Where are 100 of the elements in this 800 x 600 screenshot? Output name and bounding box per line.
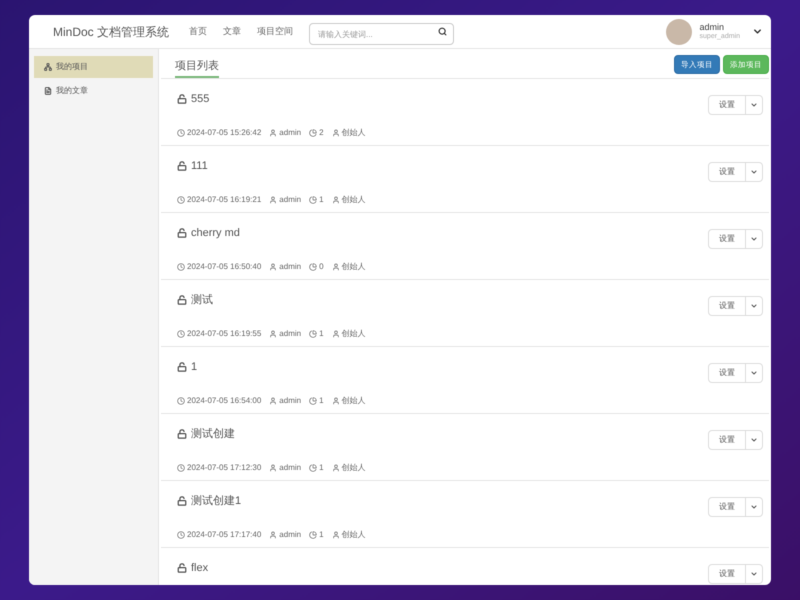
author-name: admin — [279, 462, 302, 474]
pie-icon — [309, 330, 318, 338]
dropdown-button[interactable] — [746, 564, 763, 584]
doc-count: 1 — [319, 528, 324, 540]
user-icon — [332, 262, 340, 270]
clock-icon — [177, 530, 185, 538]
nav-link[interactable]: 首页 — [189, 24, 208, 38]
pie-icon — [309, 196, 318, 204]
clock-icon — [177, 464, 185, 472]
user-name: admin — [700, 22, 726, 32]
caret-icon — [750, 436, 758, 444]
created-time: 2024-07-05 16:50:40 — [187, 260, 262, 272]
search-icon[interactable] — [438, 26, 448, 36]
pie-icon — [309, 128, 318, 136]
pie-icon — [309, 262, 318, 270]
member-role: 创始人 — [342, 260, 366, 272]
project-title[interactable]: 测试创建1 — [191, 493, 242, 510]
project-title[interactable]: cherry md — [191, 225, 240, 242]
avatar[interactable] — [666, 18, 692, 44]
brand-title[interactable]: MinDoc 文档管理系统 — [53, 22, 170, 40]
project-title[interactable]: 测试 — [191, 292, 213, 308]
author-name: admin — [279, 328, 302, 340]
user-icon — [269, 464, 278, 472]
caret-icon — [750, 503, 758, 511]
user-icon — [269, 330, 278, 338]
user-icon — [269, 196, 278, 204]
settings-button[interactable]: 设置 — [708, 162, 746, 182]
nav-link[interactable]: 项目空间 — [257, 24, 294, 38]
settings-button[interactable]: 设置 — [708, 430, 746, 450]
unlock-icon — [177, 429, 187, 440]
dropdown-button[interactable] — [746, 296, 763, 316]
dropdown-button[interactable] — [746, 162, 763, 182]
pie-icon — [309, 396, 318, 404]
user-icon — [332, 396, 340, 404]
project-title[interactable]: 测试创建 — [191, 426, 235, 442]
settings-button[interactable]: 设置 — [708, 296, 746, 316]
settings-button[interactable]: 设置 — [708, 497, 746, 517]
dropdown-button[interactable] — [746, 430, 763, 450]
dropdown-button[interactable] — [746, 95, 763, 115]
user-icon — [332, 128, 340, 136]
settings-button[interactable]: 设置 — [708, 229, 746, 249]
created-time: 2024-07-05 17:17:40 — [187, 528, 262, 540]
member-role: 创始人 — [342, 126, 366, 138]
unlock-icon — [177, 295, 187, 306]
settings-button[interactable]: 设置 — [708, 363, 746, 383]
author-name: admin — [279, 394, 302, 406]
project-title[interactable]: 111 — [191, 158, 208, 174]
clock-icon — [177, 128, 185, 136]
doc-count: 1 — [319, 394, 324, 406]
created-time: 2024-07-05 17:12:30 — [187, 462, 262, 474]
clock-icon — [177, 330, 185, 338]
file-icon — [44, 87, 52, 95]
project-title[interactable]: 1 — [191, 359, 198, 376]
created-time: 2024-07-05 16:54:00 — [187, 394, 262, 406]
pie-icon — [309, 464, 318, 472]
dropdown-button[interactable] — [746, 363, 763, 383]
created-time: 2024-07-05 16:19:21 — [187, 194, 262, 206]
created-time: 2024-07-05 16:19:55 — [187, 328, 262, 340]
search-field[interactable]: 请输入关键词... — [309, 23, 454, 45]
nav-link[interactable]: 文章 — [223, 24, 242, 38]
author-name: admin — [279, 528, 302, 540]
project-title[interactable]: 555 — [191, 91, 210, 108]
unlock-icon — [177, 362, 187, 372]
user-icon — [269, 530, 278, 538]
doc-count: 1 — [319, 462, 324, 474]
user-icon — [269, 396, 278, 404]
author-name: admin — [279, 194, 302, 206]
author-name: admin — [279, 260, 302, 272]
dropdown-button[interactable] — [746, 229, 763, 249]
caret-icon — [750, 101, 758, 109]
clock-icon — [177, 262, 185, 270]
section-title: 项目列表 — [175, 58, 219, 78]
clock-icon — [177, 196, 185, 204]
project-title[interactable]: flex — [191, 560, 208, 576]
unlock-icon — [177, 496, 187, 506]
user-icon — [332, 330, 340, 338]
user-icon — [269, 128, 278, 136]
caret-icon — [750, 369, 758, 377]
dropdown-button[interactable] — [746, 497, 763, 517]
unlock-icon — [177, 94, 187, 104]
user-icon — [332, 196, 340, 204]
settings-button[interactable]: 设置 — [708, 95, 746, 115]
user-icon — [332, 464, 340, 472]
settings-button[interactable]: 设置 — [708, 564, 746, 584]
sidebar-item[interactable]: 我的项目 — [34, 56, 153, 78]
created-time: 2024-07-05 15:26:42 — [187, 126, 262, 138]
member-role: 创始人 — [342, 394, 366, 406]
doc-count: 2 — [319, 126, 324, 138]
caret-icon — [750, 168, 758, 176]
unlock-icon — [177, 228, 187, 238]
caret-icon — [750, 302, 758, 310]
member-role: 创始人 — [342, 462, 366, 474]
caret-icon — [750, 570, 758, 578]
pie-icon — [309, 530, 318, 538]
author-name: admin — [279, 126, 302, 138]
sidebar-item[interactable]: 我的文章 — [34, 80, 153, 102]
unlock-icon — [177, 563, 187, 574]
clock-icon — [177, 396, 185, 404]
doc-count: 1 — [319, 194, 324, 206]
doc-count: 1 — [319, 328, 324, 340]
